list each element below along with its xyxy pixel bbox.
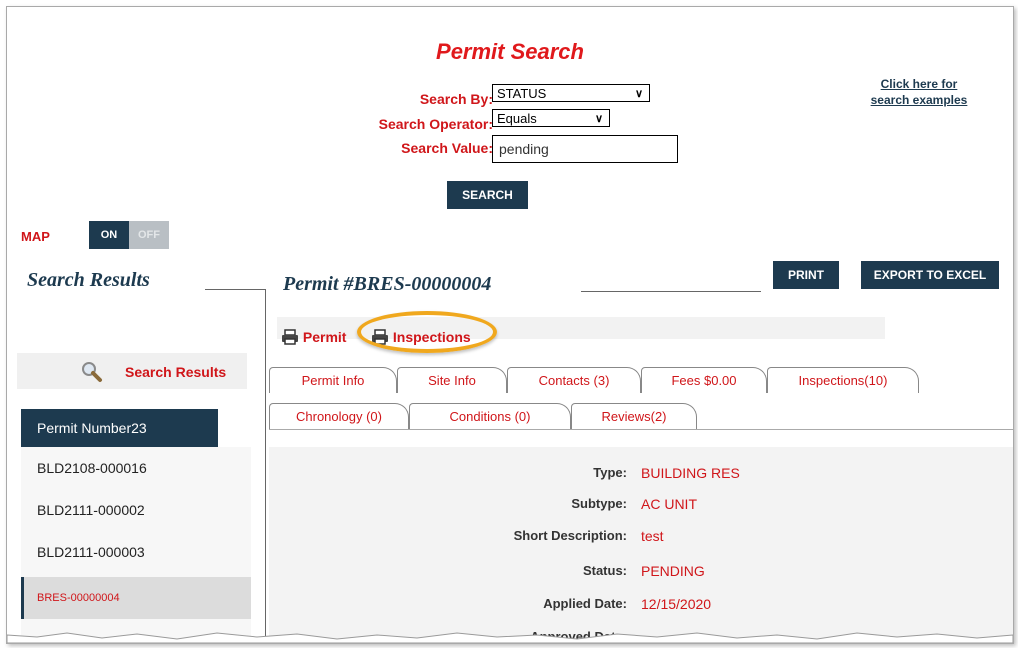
tab-site-info[interactable]: Site Info (397, 367, 507, 393)
detail-label-subtype: Subtype: (571, 496, 627, 511)
tab-chronology[interactable]: Chronology (0) (269, 403, 409, 429)
table-row[interactable]: BLD2111-000003 (21, 531, 251, 573)
detail-value-short-description: test (641, 528, 664, 544)
search-results-tab-label: Search Results (125, 364, 227, 380)
map-toggle-off[interactable]: OFF (129, 221, 169, 249)
detail-value-type: BUILDING RES (641, 465, 740, 481)
results-list: BLD2108-000016 BLD2111-000002 BLD2111-00… (21, 447, 251, 643)
tab-inspections[interactable]: Inspections(10) (767, 367, 919, 393)
detail-value-status: PENDING (641, 563, 705, 579)
tab-reviews[interactable]: Reviews(2) (571, 403, 697, 429)
search-examples-link[interactable]: Click here for search examples (849, 76, 989, 108)
map-toggle[interactable]: ON OFF (89, 221, 179, 249)
search-value-input[interactable]: pending (492, 135, 678, 163)
detail-label-short-description: Short Description: (513, 528, 627, 543)
magnifier-icon (82, 362, 102, 382)
chevron-down-icon: ∨ (594, 113, 603, 125)
highlight-ring (357, 311, 497, 353)
search-operator-value: Equals (497, 111, 537, 126)
search-by-label: Search By: (419, 91, 493, 107)
tab-conditions[interactable]: Conditions (0) (409, 403, 571, 429)
panel-divider (265, 289, 266, 643)
search-operator-label: Search Operator: (378, 116, 493, 132)
detail-value-subtype: AC UNIT (641, 496, 697, 512)
tab-baseline (269, 429, 1013, 430)
print-permit-label: Permit (302, 329, 347, 345)
search-results-heading: Search Results (27, 269, 150, 291)
search-examples-line1: Click here for (880, 77, 958, 91)
map-toggle-on[interactable]: ON (89, 221, 129, 249)
export-excel-button[interactable]: EXPORT TO EXCEL (861, 261, 999, 289)
permit-number-column-header[interactable]: Permit Number23 (21, 409, 218, 447)
detail-label-status: Status: (582, 563, 627, 578)
tab-permit-info[interactable]: Permit Info (269, 367, 397, 393)
detail-label-type: Type: (593, 465, 627, 480)
search-by-select[interactable]: STATUS ∨ (492, 84, 650, 102)
chevron-down-icon: ∨ (634, 88, 643, 100)
printer-icon (282, 329, 298, 345)
search-operator-select[interactable]: Equals ∨ (492, 109, 610, 127)
torn-edge (7, 632, 1013, 643)
tab-fees[interactable]: Fees $0.00 (641, 367, 767, 393)
detail-label-applied-date: Applied Date: (543, 596, 627, 611)
page-title: Permit Search (436, 39, 584, 64)
print-button[interactable]: PRINT (773, 261, 839, 289)
search-examples-line2: search examples (870, 93, 968, 107)
search-by-value: STATUS (497, 86, 547, 101)
permit-heading: Permit #BRES-00000004 (283, 273, 492, 295)
map-label: MAP (21, 229, 50, 244)
detail-value-applied-date: 12/15/2020 (641, 596, 712, 612)
heading-rule (581, 291, 761, 292)
heading-rule (205, 289, 265, 290)
table-row[interactable]: BLD2111-000002 (21, 489, 251, 531)
search-button[interactable]: SEARCH (447, 181, 528, 209)
table-row-selected[interactable]: BRES-00000004 (21, 577, 251, 619)
table-row[interactable]: BLD2108-000016 (21, 447, 251, 489)
print-permit-link[interactable]: Permit (281, 329, 346, 345)
search-value-label: Search Value: (401, 140, 493, 156)
app-frame: Permit Search Search By: STATUS ∨ Search… (6, 6, 1014, 644)
tab-contacts[interactable]: Contacts (3) (507, 367, 641, 393)
search-results-tab[interactable]: Search Results (17, 353, 247, 389)
